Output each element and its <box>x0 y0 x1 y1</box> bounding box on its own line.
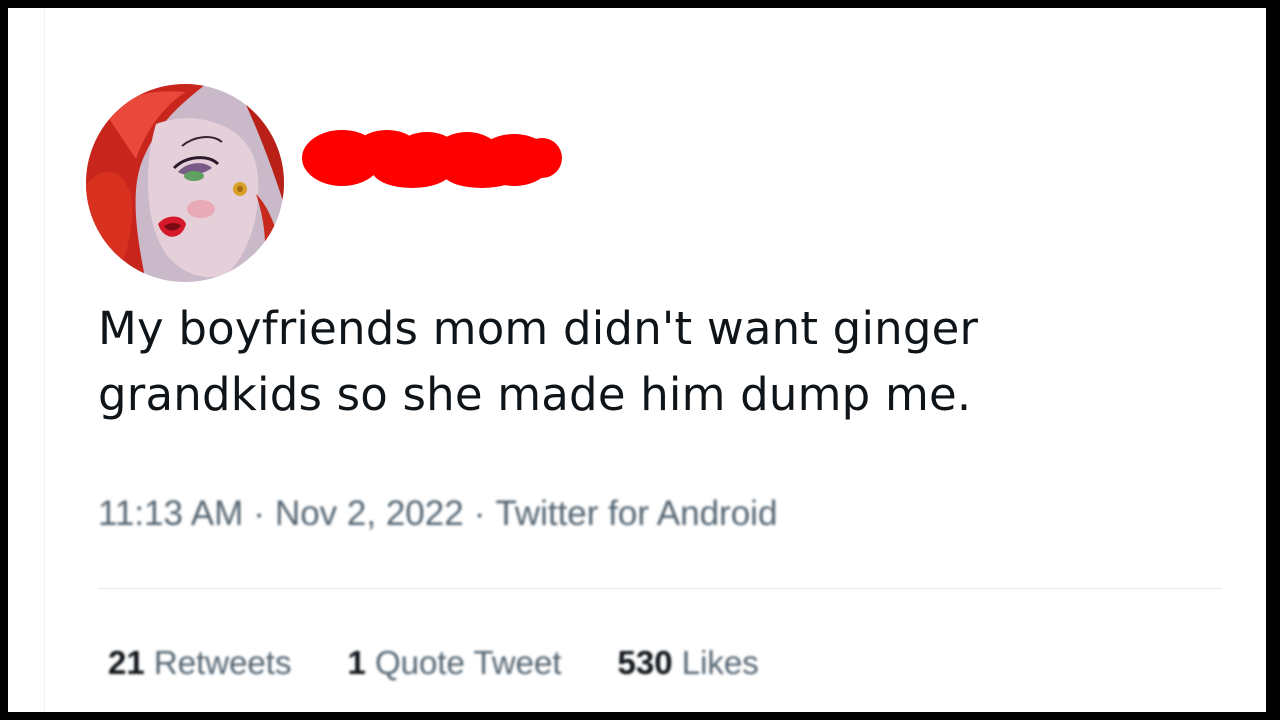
tweet-card: My boyfriends mom didn't want ginger gran… <box>8 8 1266 712</box>
tweet-metadata: 11:13 AM · Nov 2, 2022 · Twitter for Android <box>98 494 777 534</box>
avatar[interactable] <box>86 84 284 282</box>
engagement-stats: 21 Retweets 1 Quote Tweet 530 Likes <box>108 644 815 682</box>
tweet-text-line-1: My boyfriends mom didn't want ginger <box>98 302 979 355</box>
avatar-image <box>86 84 284 282</box>
divider-vertical <box>44 8 45 712</box>
likes-stat[interactable]: 530 Likes <box>618 644 759 682</box>
quotes-count: 1 <box>347 644 366 681</box>
likes-count: 530 <box>617 644 673 681</box>
likes-label: Likes <box>681 644 759 681</box>
tweet-date[interactable]: Nov 2, 2022 <box>275 494 464 534</box>
retweets-stat[interactable]: 21 Retweets <box>108 644 291 682</box>
quotes-label: Quote Tweet <box>374 644 562 681</box>
username-redaction <box>292 118 564 194</box>
separator: · <box>253 494 265 533</box>
tweet-source[interactable]: Twitter for Android <box>495 494 777 534</box>
divider-horizontal <box>98 588 1222 589</box>
separator: · <box>473 494 486 533</box>
tweet-time[interactable]: 11:13 AM <box>98 494 243 534</box>
tweet-text-line-2: grandkids so she made him dump me. <box>98 368 972 421</box>
retweets-label: Retweets <box>153 644 292 681</box>
tweet-text: My boyfriends mom didn't want ginger gran… <box>98 296 1218 428</box>
quote-tweets-stat[interactable]: 1 Quote Tweet <box>347 644 561 682</box>
retweets-count: 21 <box>108 644 145 681</box>
red-scribble-redaction-icon <box>302 130 562 188</box>
